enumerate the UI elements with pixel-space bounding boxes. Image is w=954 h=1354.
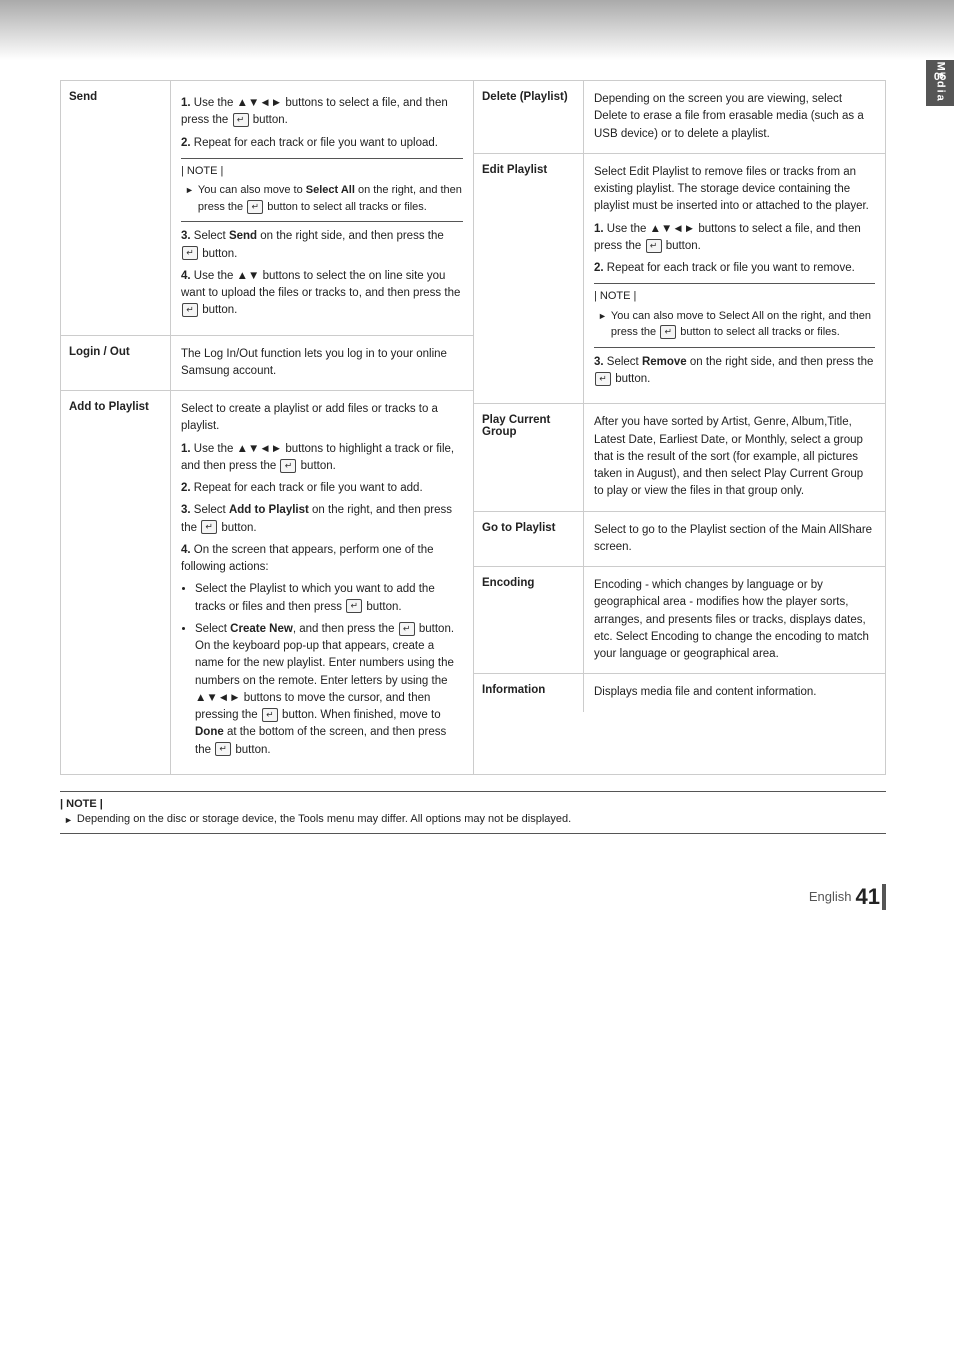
- footer-bar: [882, 884, 886, 910]
- bottom-note: | NOTE | ► Depending on the disc or stor…: [60, 791, 886, 834]
- label-information: Information: [474, 674, 584, 711]
- content-send: 1. Use the ▲▼◄► buttons to select a file…: [171, 81, 473, 335]
- side-label-container: 05 Media Play: [926, 60, 954, 106]
- content-information: Displays media file and content informat…: [584, 674, 885, 711]
- label-gotoplaylist: Go to Playlist: [474, 512, 584, 567]
- right-column: Delete (Playlist) Depending on the scree…: [473, 80, 886, 775]
- footer-pagenum: 41: [856, 884, 880, 910]
- label-playcurrentgroup: Play Current Group: [474, 404, 584, 510]
- content-gotoplaylist: Select to go to the Playlist section of …: [584, 512, 885, 567]
- content-delete: Depending on the screen you are viewing,…: [584, 81, 885, 153]
- arrow-icon-edit: ►: [598, 310, 607, 324]
- content-encoding: Encoding - which changes by language or …: [584, 567, 885, 673]
- content-playcurrentgroup: After you have sorted by Artist, Genre, …: [584, 404, 885, 510]
- table-row-playcurrentgroup: Play Current Group After you have sorted…: [474, 404, 885, 511]
- footer-language: English: [809, 889, 852, 904]
- content-editplaylist: Select Edit Playlist to remove files or …: [584, 154, 885, 404]
- label-delete: Delete (Playlist): [474, 81, 584, 153]
- table-row-addplaylist: Add to Playlist Select to create a playl…: [61, 391, 473, 774]
- arrow-icon-bottom: ►: [64, 815, 73, 825]
- left-column: Send 1. Use the ▲▼◄► buttons to select a…: [60, 80, 473, 775]
- side-label-text: Media Play: [934, 62, 946, 139]
- table-row-delete: Delete (Playlist) Depending on the scree…: [474, 81, 885, 154]
- table-row-login: Login / Out The Log In/Out function lets…: [61, 336, 473, 392]
- bottom-note-title: | NOTE |: [60, 798, 886, 810]
- table-row-editplaylist: Edit Playlist Select Edit Playlist to re…: [474, 154, 885, 405]
- table-row-information: Information Displays media file and cont…: [474, 674, 885, 711]
- label-send: Send: [61, 81, 171, 335]
- note-item-send: ► You can also move to Select All on the…: [181, 182, 463, 215]
- label-encoding: Encoding: [474, 567, 584, 673]
- label-login: Login / Out: [61, 336, 171, 391]
- arrow-icon: ►: [185, 184, 194, 198]
- note-editplaylist: | NOTE | ► You can also move to Select A…: [594, 283, 875, 348]
- top-bar: [0, 0, 954, 60]
- main-table: Send 1. Use the ▲▼◄► buttons to select a…: [60, 80, 886, 775]
- content-area: Send 1. Use the ▲▼◄► buttons to select a…: [0, 60, 926, 864]
- note-send: | NOTE | ► You can also move to Select A…: [181, 158, 463, 223]
- content-login: The Log In/Out function lets you log in …: [171, 336, 473, 391]
- label-addplaylist: Add to Playlist: [61, 391, 171, 774]
- note-item-editplaylist: ► You can also move to Select All on the…: [594, 308, 875, 341]
- label-editplaylist: Edit Playlist: [474, 154, 584, 404]
- table-row-send: Send 1. Use the ▲▼◄► buttons to select a…: [61, 81, 473, 336]
- footer-row: English 41: [0, 864, 926, 920]
- bottom-note-item: ► Depending on the disc or storage devic…: [60, 813, 886, 825]
- page-wrapper: 05 Media Play Send 1. Use the ▲▼◄► butto…: [0, 0, 954, 1354]
- side-text-box: Media Play: [926, 94, 954, 106]
- table-row-gotoplaylist: Go to Playlist Select to go to the Playl…: [474, 512, 885, 568]
- table-row-encoding: Encoding Encoding - which changes by lan…: [474, 567, 885, 674]
- content-addplaylist: Select to create a playlist or add files…: [171, 391, 473, 774]
